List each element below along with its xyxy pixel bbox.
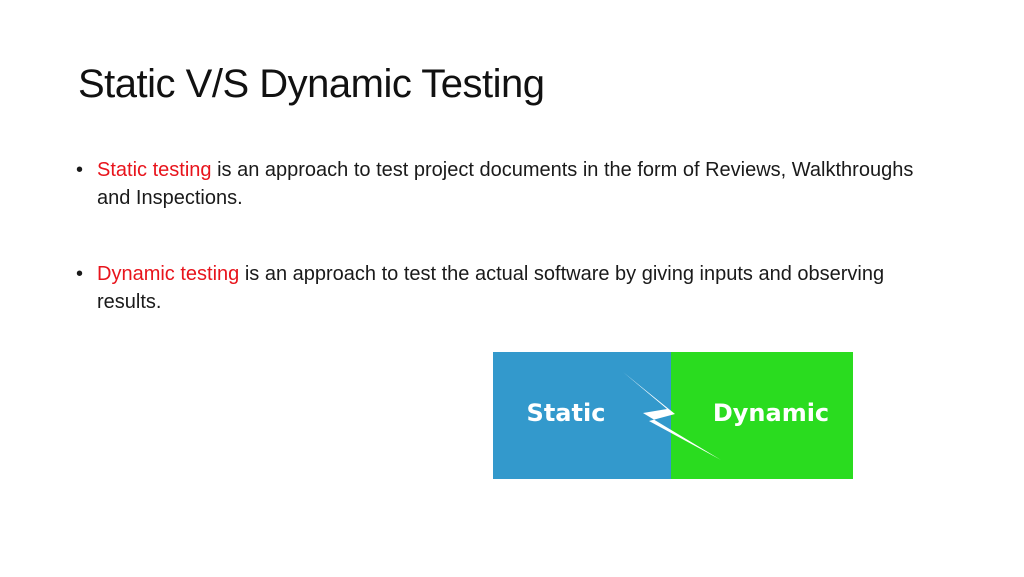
bullet-list: • Static testing is an approach to test …	[76, 156, 936, 316]
bullet-static-testing: • Static testing is an approach to test …	[76, 156, 936, 212]
static-testing-term: Static testing	[97, 159, 212, 181]
dynamic-testing-term: Dynamic testing	[97, 263, 240, 285]
static-testing-description: is an approach to test project documents…	[97, 159, 914, 209]
slide-title: Static V/S Dynamic Testing	[78, 62, 545, 106]
static-dynamic-graphic: Static Dynamic	[493, 352, 853, 479]
slide: Static V/S Dynamic Testing • Static test…	[0, 0, 1024, 577]
bullet-dynamic-testing: • Dynamic testing is an approach to test…	[76, 260, 936, 316]
static-label: Static	[527, 399, 606, 427]
bullet-marker: •	[76, 159, 84, 181]
bullet-marker: •	[76, 263, 84, 285]
dynamic-label: Dynamic	[713, 399, 829, 427]
